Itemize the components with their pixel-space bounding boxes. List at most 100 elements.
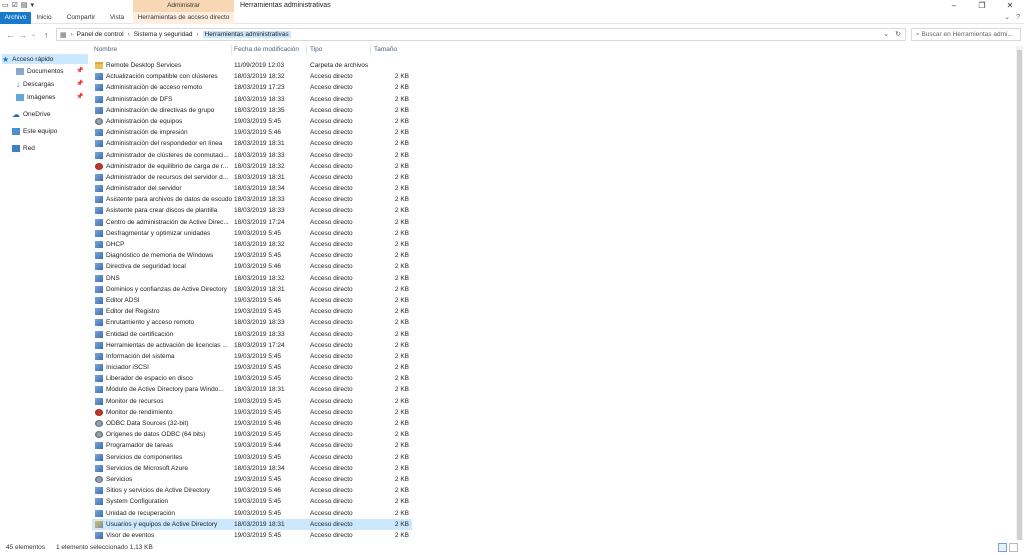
- tab-compartir[interactable]: Compartir: [63, 12, 99, 24]
- table-row[interactable]: Servicios de componentes 19/03/2019 5:45 A…: [92, 452, 412, 463]
- table-row[interactable]: Administrador del servidor 18/03/2019 18:…: [92, 183, 412, 194]
- tab-herramientas-acceso-directo[interactable]: Herramientas de acceso directo: [133, 12, 234, 24]
- breadcrumb-separator-icon[interactable]: ›: [197, 32, 199, 38]
- table-row[interactable]: DHCP 18/03/2019 18:32 Acceso directo 2 KB: [92, 239, 412, 250]
- nav-item-este-equipo[interactable]: Este equipo: [12, 126, 57, 136]
- nav-item-onedrive[interactable]: ☁ OneDrive: [12, 109, 50, 119]
- properties-icon[interactable]: ☑: [12, 1, 18, 10]
- breadcrumb-sistema-y-seguridad[interactable]: Sistema y seguridad: [134, 31, 193, 38]
- nav-item-documentos[interactable]: Documentos: [16, 66, 64, 76]
- breadcrumb-herramientas-administrativas[interactable]: Herramientas administrativas: [202, 31, 291, 38]
- table-row[interactable]: Diagnóstico de memoria de Windows 19/03/2…: [92, 250, 412, 261]
- tab-inicio[interactable]: Inicio: [33, 12, 55, 24]
- breadcrumb-separator-icon[interactable]: ›: [128, 32, 130, 38]
- minimize-icon[interactable]: –: [940, 0, 968, 12]
- restore-icon[interactable]: ❐: [968, 0, 996, 12]
- table-row[interactable]: Remote Desktop Services 11/09/2019 12:03 C…: [92, 60, 412, 71]
- table-row[interactable]: Monitor de recursos 19/03/2019 5:45 Acceso…: [92, 396, 412, 407]
- table-row[interactable]: Entidad de certificación 18/03/2019 18:33…: [92, 329, 412, 340]
- table-row[interactable]: Administración del respondedor en línea 1…: [92, 138, 412, 149]
- file-date: 19/03/2019 5:44: [234, 442, 281, 450]
- column-header-size[interactable]: Tamaño: [374, 45, 397, 55]
- table-row[interactable]: DNS 18/03/2019 18:32 Acceso directo 2 KB: [92, 273, 412, 284]
- table-row[interactable]: Desfragmentar y optimizar unidades 19/03/…: [92, 228, 412, 239]
- pin-icon[interactable]: 📌: [76, 67, 83, 74]
- customize-toolbar-icon[interactable]: ▾: [31, 1, 35, 10]
- tab-vista[interactable]: Vista: [106, 12, 128, 24]
- column-header-date[interactable]: Fecha de modificación: [234, 45, 299, 55]
- recent-locations-icon[interactable]: ⌄: [31, 29, 36, 41]
- table-row[interactable]: Unidad de recuperación 19/03/2019 5:45 Acc…: [92, 508, 412, 519]
- table-row[interactable]: Sitios y servicios de Active Directory 19…: [92, 485, 412, 496]
- table-row[interactable]: Monitor de rendimiento 19/03/2019 5:45 Acc…: [92, 407, 412, 418]
- table-row[interactable]: Administración de directivas de grupo 18/…: [92, 105, 412, 116]
- pin-icon[interactable]: 📌: [76, 80, 83, 87]
- table-row[interactable]: Programador de tareas 19/03/2019 5:44 Acce…: [92, 440, 412, 451]
- expand-ribbon-icon[interactable]: ⌄: [1004, 14, 1010, 22]
- new-folder-icon[interactable]: ▤: [21, 1, 28, 10]
- scrollbar-thumb[interactable]: [1017, 50, 1022, 540]
- table-row[interactable]: Editor del Registro 19/03/2019 5:45 Acceso…: [92, 306, 412, 317]
- file-name: Programador de tareas: [106, 442, 173, 450]
- details-view-icon[interactable]: [998, 543, 1007, 552]
- file-name: Directiva de seguridad local: [106, 263, 186, 271]
- table-row[interactable]: Dominios y confianzas de Active Director…: [92, 284, 412, 295]
- breadcrumb-panel-de-control[interactable]: Panel de control: [77, 31, 124, 38]
- file-date: 18/03/2019 18:32: [234, 274, 285, 282]
- table-row[interactable]: Administración de acceso remoto 18/03/201…: [92, 82, 412, 93]
- nav-item-descargas[interactable]: ↓ Descargas: [16, 79, 54, 89]
- shortcut-icon: [95, 442, 103, 450]
- file-size: 2 KB: [394, 84, 409, 92]
- address-dropdown-icon[interactable]: ⌄: [883, 29, 889, 40]
- nav-item-imagenes[interactable]: Imágenes: [16, 92, 56, 102]
- table-row[interactable]: Enrutamiento y acceso remoto 18/03/2019 1…: [92, 317, 412, 328]
- back-arrow-icon[interactable]: ←: [6, 29, 15, 41]
- table-row[interactable]: Asistente para archivos de datos de escu…: [92, 194, 412, 205]
- computer-icon: [12, 127, 20, 135]
- table-row[interactable]: Liberador de espacio en disco 19/03/2019 …: [92, 373, 412, 384]
- table-row[interactable]: Editor ADSI 19/03/2019 5:46 Acceso directo…: [92, 295, 412, 306]
- table-row[interactable]: ODBC Data Sources (32-bit) 19/03/2019 5:4…: [92, 418, 412, 429]
- table-row[interactable]: Módulo de Active Directory para Windo...…: [92, 384, 412, 395]
- table-row[interactable]: Información del sistema 19/03/2019 5:45 Ac…: [92, 351, 412, 362]
- table-row[interactable]: Orígenes de datos ODBC (64 bits) 19/03/20…: [92, 429, 412, 440]
- table-row[interactable]: Administración de DFS 18/03/2019 18:33 Acc…: [92, 94, 412, 105]
- forward-arrow-icon[interactable]: →: [18, 29, 27, 41]
- table-row[interactable]: Administrador de clústeres de conmutaci.…: [92, 150, 412, 161]
- nav-item-red[interactable]: Red: [12, 143, 35, 153]
- table-row[interactable]: Administrador de recursos del servidor d…: [92, 172, 412, 183]
- table-row[interactable]: Directiva de seguridad local 19/03/2019 5…: [92, 261, 412, 272]
- table-row[interactable]: System Configuration 19/03/2019 5:45 Acces…: [92, 496, 412, 507]
- breadcrumb-separator-icon[interactable]: ›: [71, 32, 73, 38]
- table-row[interactable]: Actualización compatible con clústeres 18…: [92, 71, 412, 82]
- table-row[interactable]: Administrador de equilibrio de carga de …: [92, 161, 412, 172]
- large-icons-view-icon[interactable]: [1009, 543, 1018, 552]
- table-row[interactable]: Herramientas de activación de licencias …: [92, 340, 412, 351]
- table-row[interactable]: Servicios de Microsoft Azure 18/03/2019 1…: [92, 463, 412, 474]
- vertical-scrollbar[interactable]: [1016, 46, 1023, 540]
- nav-item-quick-access[interactable]: ★ Acceso rápido: [2, 54, 88, 64]
- pin-icon[interactable]: 📌: [76, 93, 83, 100]
- refresh-icon[interactable]: ↻: [895, 29, 901, 40]
- table-row[interactable]: Centro de administración de Active Direc…: [92, 217, 412, 228]
- folder-icon[interactable]: ▭: [2, 1, 9, 10]
- table-row[interactable]: Servicios 19/03/2019 5:45 Acceso directo 2 …: [92, 474, 412, 485]
- table-row[interactable]: Administración de equipos 19/03/2019 5:45…: [92, 116, 412, 127]
- close-icon[interactable]: ✕: [996, 0, 1024, 12]
- address-bar[interactable]: ▦ › Panel de control › Sistema y segurid…: [56, 28, 906, 41]
- table-row[interactable]: Visor de eventos 19/03/2019 5:45 Acceso di…: [92, 530, 412, 541]
- up-arrow-icon[interactable]: ↑: [44, 29, 49, 41]
- help-icon[interactable]: ?: [1016, 14, 1020, 22]
- file-type: Acceso directo: [310, 397, 353, 405]
- file-type: Acceso directo: [310, 475, 353, 483]
- table-row[interactable]: Administración de impresión 19/03/2019 5:…: [92, 127, 412, 138]
- tab-archivo[interactable]: Archivo: [0, 12, 31, 24]
- table-row[interactable]: Iniciador iSCSI 19/03/2019 5:45 Acceso dir…: [92, 362, 412, 373]
- file-name: DNS: [106, 274, 120, 282]
- gear-icon: [95, 475, 103, 483]
- search-input[interactable]: ⌕ Buscar en Herramientas admi...: [911, 28, 1021, 41]
- column-header-name[interactable]: Nombre: [94, 45, 117, 55]
- table-row[interactable]: Usuarios y equipos de Active Directory 18…: [92, 518, 412, 530]
- table-row[interactable]: Asistente para crear discos de plantilla…: [92, 205, 412, 216]
- column-header-type[interactable]: Tipo: [310, 45, 322, 55]
